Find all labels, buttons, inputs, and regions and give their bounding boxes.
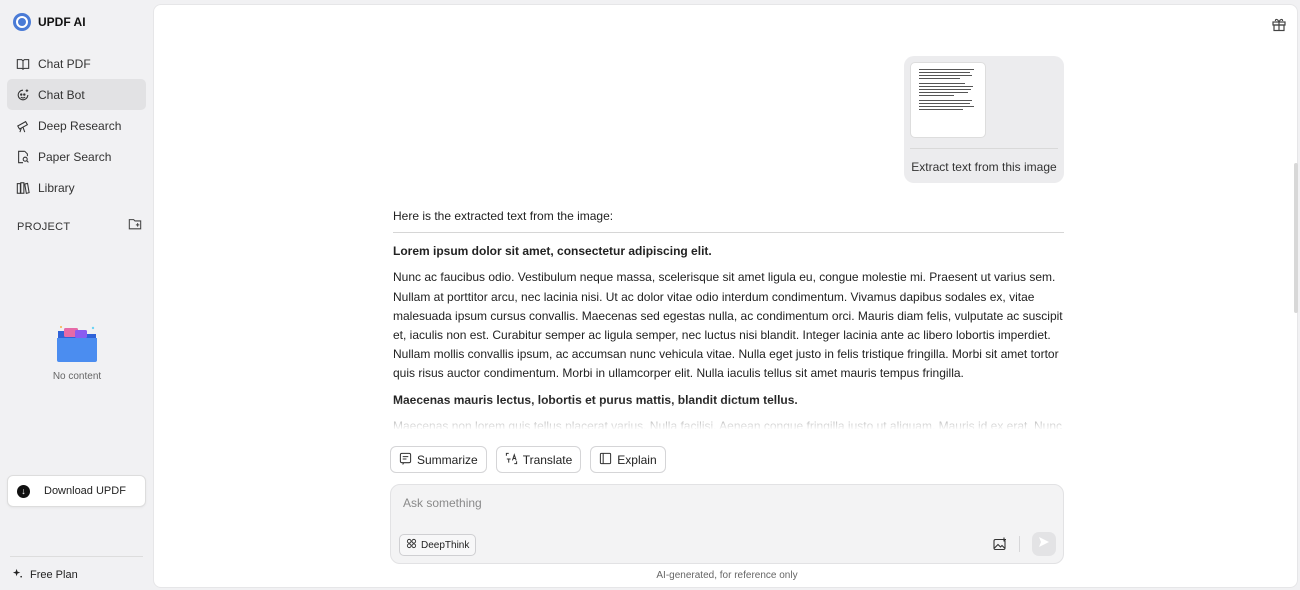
explain-button[interactable]: Explain	[590, 446, 666, 473]
download-label: Download UPDF	[44, 485, 126, 497]
deepthink-toggle[interactable]: DeepThink	[399, 534, 477, 556]
plan-label: Free Plan	[30, 569, 78, 581]
project-header: PROJECT	[17, 217, 142, 236]
sidebar-item-paper-search[interactable]: Paper Search	[7, 141, 146, 172]
explain-icon	[599, 452, 612, 468]
paper-search-icon	[16, 150, 30, 164]
sidebar-item-label: Chat Bot	[38, 87, 85, 102]
new-folder-icon[interactable]	[128, 217, 142, 236]
scrollbar[interactable]	[1294, 163, 1298, 313]
translate-label: Translate	[522, 452, 573, 467]
answer-heading-2: Maecenas mauris lectus, lobortis et puru…	[393, 392, 798, 407]
explain-label: Explain	[617, 452, 657, 467]
deepthink-label: DeepThink	[421, 539, 470, 551]
download-updf-button[interactable]: ↓ Download UPDF	[7, 475, 146, 507]
chat-input[interactable]: Ask something	[403, 496, 482, 510]
send-icon	[1038, 535, 1050, 553]
sidebar-item-label: Library	[38, 180, 75, 195]
sidebar-divider	[10, 556, 143, 557]
telescope-icon	[16, 119, 30, 133]
send-button[interactable]	[1032, 532, 1056, 556]
main-panel: Extract text from this image Here is the…	[153, 4, 1298, 588]
answer-paragraph-1: Nunc ac faucibus odio. Vestibulum neque …	[393, 270, 1063, 381]
translate-icon	[505, 452, 518, 468]
sidebar-item-chat-bot[interactable]: Chat Bot	[7, 79, 146, 110]
chatbot-icon	[16, 88, 30, 102]
sidebar-item-chat-pdf[interactable]: Chat PDF	[7, 48, 146, 79]
updf-logo-icon	[13, 13, 31, 31]
answer-heading-1: Lorem ipsum dolor sit amet, consectetur …	[393, 244, 712, 259]
ai-disclaimer: AI-generated, for reference only	[656, 570, 798, 581]
summarize-icon	[399, 452, 412, 468]
input-divider	[1019, 536, 1020, 552]
assistant-answer: Here is the extracted text from the imag…	[393, 207, 1064, 429]
library-icon	[16, 181, 30, 195]
chat-input-box[interactable]: Ask something DeepThink	[390, 484, 1064, 564]
gift-icon[interactable]	[1271, 16, 1287, 32]
summarize-label: Summarize	[417, 452, 478, 467]
answer-paragraph-2: Maecenas non lorem quis tellus placerat …	[393, 418, 1063, 429]
project-label: PROJECT	[17, 220, 71, 233]
attached-image-thumbnail[interactable]	[910, 62, 986, 138]
summarize-button[interactable]: Summarize	[390, 446, 487, 473]
app-title: UPDF AI	[38, 15, 86, 29]
image-upload-icon[interactable]	[993, 537, 1007, 551]
book-icon	[16, 57, 30, 71]
brand[interactable]: UPDF AI	[13, 13, 86, 31]
sidebar-item-label: Paper Search	[38, 149, 112, 164]
deepthink-icon	[406, 538, 417, 552]
sparkle-icon	[12, 568, 23, 582]
sidebar-item-label: Deep Research	[38, 118, 122, 133]
answer-intro: Here is the extracted text from the imag…	[393, 207, 1064, 234]
user-message-text: Extract text from this image	[911, 160, 1057, 174]
translate-button[interactable]: Translate	[495, 446, 582, 473]
download-icon: ↓	[17, 484, 30, 498]
sidebar-item-deep-research[interactable]: Deep Research	[7, 110, 146, 141]
plan-button[interactable]: Free Plan	[12, 568, 78, 582]
empty-state: No content	[40, 325, 114, 382]
folder-illustration-icon	[54, 325, 100, 363]
sidebar-item-library[interactable]: Library	[7, 172, 146, 203]
quick-actions: Summarize Translate Explain	[390, 446, 666, 473]
sidebar-item-label: Chat PDF	[38, 56, 91, 71]
empty-text: No content	[52, 371, 102, 382]
sidebar-nav: Chat PDF Chat Bot Deep Research Paper Se…	[7, 48, 146, 203]
message-separator	[910, 148, 1058, 149]
sidebar: UPDF AI Chat PDF Chat Bot Deep Research …	[0, 0, 153, 590]
user-message: Extract text from this image	[904, 56, 1064, 183]
